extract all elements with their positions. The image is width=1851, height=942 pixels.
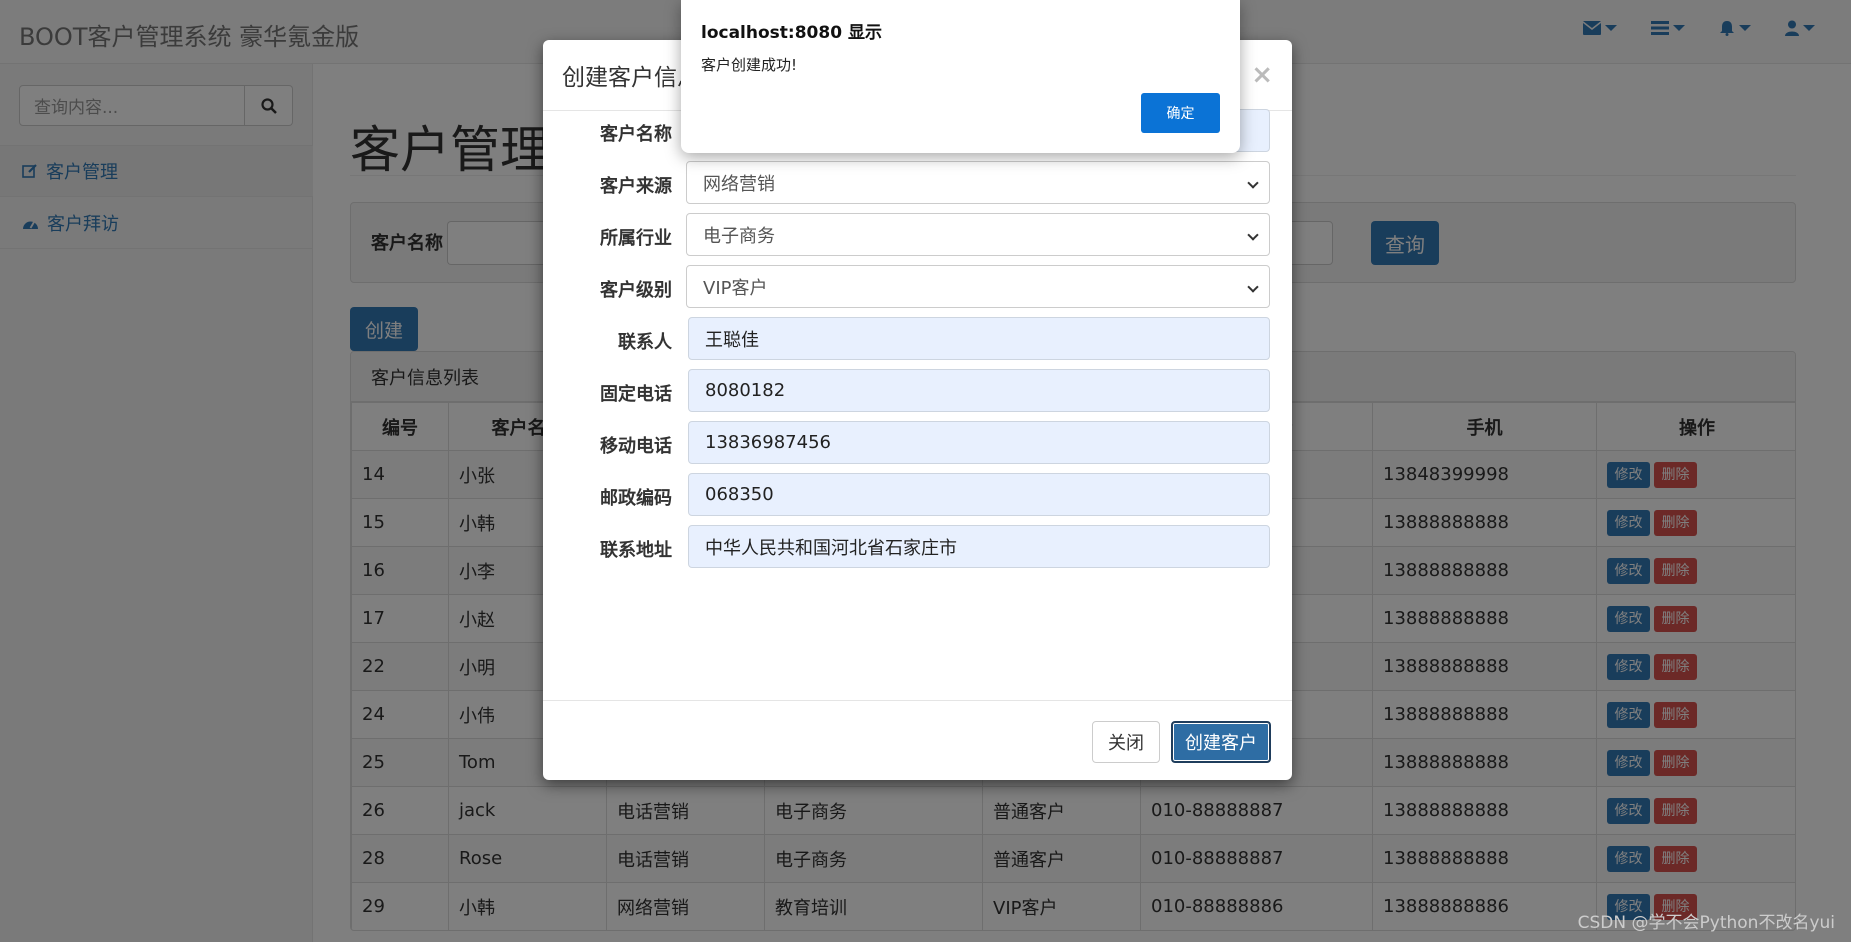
form-select[interactable]: 网络营销 bbox=[686, 161, 1270, 204]
form-row: 联系地址 中华人民共和国河北省石家庄市 bbox=[543, 525, 1292, 569]
form-label: 邮政编码 bbox=[600, 488, 672, 509]
form-input[interactable]: 中华人民共和国河北省石家庄市 bbox=[688, 525, 1270, 568]
field-value: 068350 bbox=[705, 484, 774, 505]
form-input[interactable]: 13836987456 bbox=[688, 421, 1270, 464]
form-row: 移动电话 13836987456 bbox=[543, 421, 1292, 465]
modal-title: 创建客户信息 bbox=[562, 65, 700, 91]
form-label: 客户来源 bbox=[600, 176, 672, 197]
field-value: 13836987456 bbox=[705, 432, 831, 453]
browser-alert-dialog: localhost:8080 显示 客户创建成功! 确定 bbox=[681, 0, 1240, 153]
close-button[interactable]: 关闭 bbox=[1092, 721, 1160, 763]
field-value: 王聪佳 bbox=[705, 329, 759, 351]
form-input[interactable]: 王聪佳 bbox=[688, 317, 1270, 360]
alert-ok-button[interactable]: 确定 bbox=[1141, 93, 1220, 133]
field-value: 8080182 bbox=[705, 380, 786, 401]
alert-title: localhost:8080 显示 bbox=[701, 23, 882, 43]
modal-footer: 关闭 创建客户 bbox=[543, 700, 1292, 780]
form-row: 联系人 王聪佳 bbox=[543, 317, 1292, 361]
chevron-down-icon bbox=[1247, 229, 1259, 241]
form-select[interactable]: 电子商务 bbox=[686, 213, 1270, 256]
form-label: 所属行业 bbox=[600, 228, 672, 249]
chevron-down-icon bbox=[1247, 281, 1259, 293]
form-label: 联系人 bbox=[618, 332, 672, 353]
alert-message: 客户创建成功! bbox=[701, 56, 798, 74]
form-row: 客户级别 VIP客户 bbox=[543, 265, 1292, 309]
close-icon[interactable]: × bbox=[1251, 60, 1273, 90]
form-input[interactable]: 8080182 bbox=[688, 369, 1270, 412]
create-customer-button[interactable]: 创建客户 bbox=[1171, 721, 1271, 763]
form-row: 所属行业 电子商务 bbox=[543, 213, 1292, 257]
form-select[interactable]: VIP客户 bbox=[686, 265, 1270, 308]
field-value: 电子商务 bbox=[703, 225, 775, 247]
field-value: 网络营销 bbox=[703, 173, 775, 195]
form-label: 客户名称 bbox=[600, 124, 672, 145]
form-label: 客户级别 bbox=[600, 280, 672, 301]
form-label: 联系地址 bbox=[600, 540, 672, 561]
form-input[interactable]: 068350 bbox=[688, 473, 1270, 516]
form-row: 客户来源 网络营销 bbox=[543, 161, 1292, 205]
form-row: 邮政编码 068350 bbox=[543, 473, 1292, 517]
chevron-down-icon bbox=[1247, 177, 1259, 189]
form-row: 固定电话 8080182 bbox=[543, 369, 1292, 413]
form-label: 固定电话 bbox=[600, 384, 672, 405]
form-label: 移动电话 bbox=[600, 436, 672, 457]
watermark: CSDN @学不会Python不改名yui bbox=[1577, 913, 1835, 933]
field-value: VIP客户 bbox=[703, 277, 768, 299]
field-value: 中华人民共和国河北省石家庄市 bbox=[705, 537, 957, 559]
